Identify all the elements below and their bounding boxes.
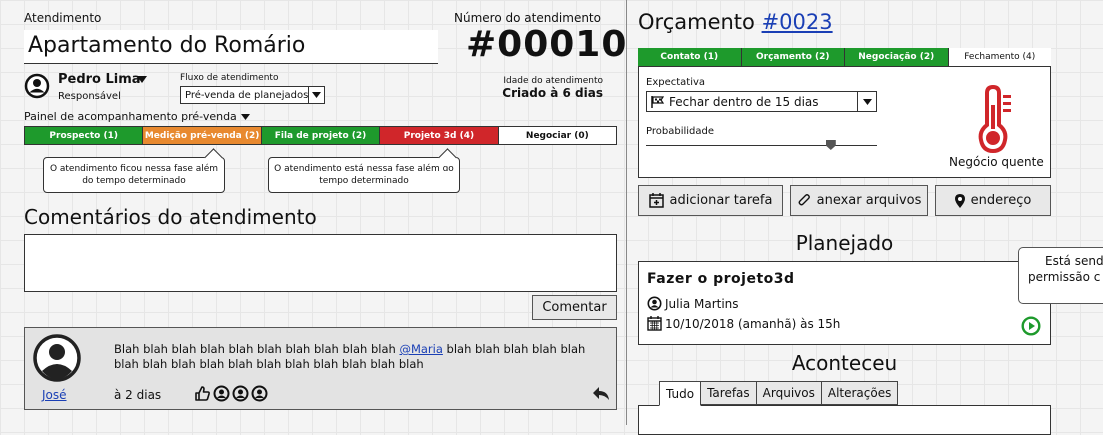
task-tooltip-line1: Está send [1045,254,1103,268]
user-icon [647,296,662,311]
flag-icon [647,95,665,108]
stage-projeto-3d[interactable]: Projeto 3d (4) [380,127,499,144]
comment-avatar-icon [33,334,81,382]
history-tab-alteracoes[interactable]: Alterações [821,381,899,405]
user-name[interactable]: Pedro Lima [58,72,141,87]
comment-reactions [194,385,268,402]
add-task-label: adicionar tarefa [669,193,773,208]
orcamento-label: Orçamento [638,10,762,34]
stage-label: Projeto 3d (4) [403,130,475,141]
chevron-down-icon [857,92,876,111]
painel-label-text: Painel de acompanhamento pré-venda [24,110,237,123]
stage-prospecto[interactable]: Prospecto (1) [25,127,144,144]
tab-contato[interactable]: Contato (1) [638,48,742,66]
numero-label: Número do atendimento [454,11,601,25]
stage-medicao[interactable]: Medição pré-venda (2) [143,127,262,144]
fluxo-select-value: Pré-venda de planejados [185,89,309,101]
chevron-down-icon [240,113,250,120]
stage-tooltip-projeto: O atendimento está nessa fase além do te… [268,157,460,193]
task-date-row: 10/10/2018 (amanhã) às 15h [647,316,840,331]
task-title: Fazer o projeto3d [647,271,795,287]
add-task-button[interactable]: adicionar tarefa [638,185,783,216]
expectativa-select[interactable]: Fechar dentro de 15 dias [646,91,877,112]
user-role: Responsável [58,91,121,102]
task-tooltip-line2: permissão c [1028,270,1101,284]
tab-fechamento[interactable]: Fechamento (4) [948,48,1051,66]
thermometer-icon [977,85,1017,155]
paperclip-icon [798,193,810,205]
history-tab-tarefas[interactable]: Tarefas [701,381,757,405]
task-assignee-row: Julia Martins [647,296,739,311]
painel-label[interactable]: Painel de acompanhamento pré-venda [24,110,250,123]
stage-negociar[interactable]: Negociar (0) [498,127,617,144]
stage-label: Negociar (0) [525,130,589,141]
user-reaction-icon[interactable] [251,385,268,402]
history-tabs: Tudo Tarefas Arquivos Alterações [659,381,899,406]
user-dropdown-icon[interactable] [137,76,147,83]
tab-negociacao[interactable]: Negociação (2) [845,48,949,66]
orcamento-tabs: Contato (1) Orçamento (2) Negociação (2)… [638,48,1051,67]
thumbs-up-icon[interactable] [194,385,211,402]
stage-label: Fila de projeto (2) [274,130,367,141]
negocio-status: Negócio quente [949,155,1044,169]
orcamento-heading: Orçamento #0023 [638,10,833,34]
stage-bar: Prospecto (1) Medição pré-venda (2) Fila… [24,126,617,145]
planejado-title: Planejado [795,231,894,255]
idade-label: Idade do atendimento [503,76,603,86]
comments-title: Comentários do atendimento [24,205,317,229]
comment-textarea[interactable] [24,234,617,292]
task-date: 10/10/2018 (amanhã) às 15h [665,316,841,331]
history-tab-tudo[interactable]: Tudo [659,381,702,406]
expectativa-value: Fechar dentro de 15 dias [669,94,819,109]
comment-text: Blah blah blah blah blah blah blah blah … [114,342,608,372]
slider-thumb[interactable] [825,140,836,150]
tab-label: Orçamento (2) [756,52,830,62]
attach-files-button[interactable]: anexar arquivos [790,185,928,216]
probabilidade-label: Probabilidade [646,126,714,137]
calendar-plus-icon [648,193,664,208]
comment-time: à 2 dias [114,388,162,402]
address-button[interactable]: endereço [935,185,1051,216]
comment-text-before: Blah blah blah blah blah blah blah blah … [114,342,400,356]
attach-files-label: anexar arquivos [816,193,922,208]
user-reaction-icon[interactable] [213,385,230,402]
task-tooltip: Está send permissão c [1018,247,1103,304]
mention-link[interactable]: @Maria [399,342,442,356]
probabilidade-slider[interactable] [646,140,877,152]
reply-icon[interactable] [592,386,610,401]
user-reaction-icon[interactable] [232,385,249,402]
chevron-down-icon [308,87,324,103]
atendimento-label: Atendimento [24,11,102,25]
history-panel [638,405,1051,435]
stage-tooltip-medicao: O atendimento ficou nessa fase além do t… [43,157,225,193]
aconteceu-title: Aconteceu [791,351,898,375]
tab-label: Contato (1) [660,52,719,62]
tab-label: Negociação (2) [858,52,935,62]
tab-orcamento[interactable]: Orçamento (2) [741,48,845,66]
orcamento-number-link[interactable]: #0023 [762,10,833,34]
user-avatar-icon [24,73,50,99]
tab-label: Fechamento (4) [964,52,1036,62]
fluxo-label: Fluxo de atendimento [180,73,279,83]
idade-value: Criado à 6 dias [502,86,603,100]
stage-fila-projeto[interactable]: Fila de projeto (2) [261,127,381,144]
numero-value: #00010 [466,24,628,65]
stage-label: Prospecto (1) [49,130,118,141]
expectativa-label: Expectativa [646,77,706,88]
map-pin-icon [954,193,965,208]
slider-track [646,145,877,146]
atendimento-title-input[interactable]: Apartamento do Romário [24,30,438,64]
stage-label: Medição pré-venda (2) [144,130,260,141]
comment-author-link[interactable]: José [42,388,67,402]
play-icon[interactable] [1021,316,1041,336]
calendar-icon [647,316,662,331]
comment-submit-button[interactable]: Comentar [532,295,617,320]
fluxo-select[interactable]: Pré-venda de planejados [180,86,325,104]
panel-divider [626,0,627,425]
address-label: endereço [970,193,1032,208]
history-tab-arquivos[interactable]: Arquivos [756,381,822,405]
task-assignee: Julia Martins [665,296,739,311]
